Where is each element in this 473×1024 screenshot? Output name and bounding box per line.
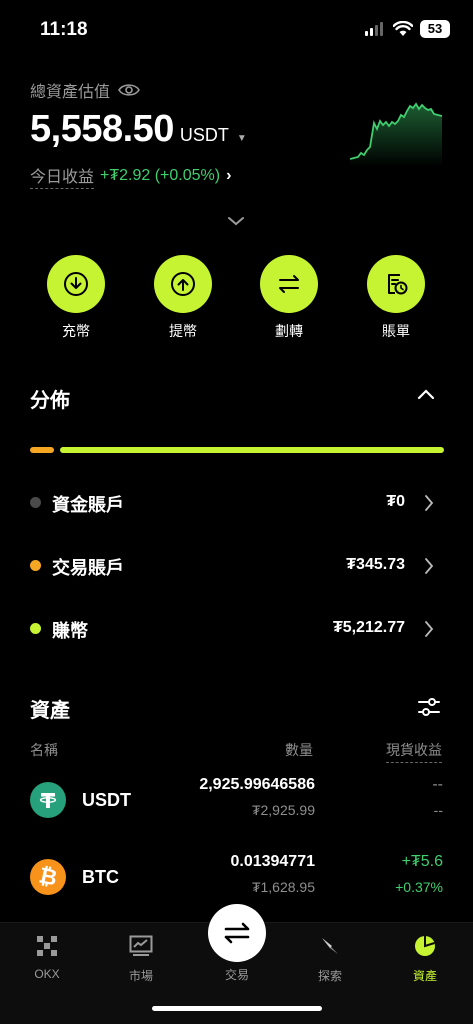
assets-title: 資產: [30, 700, 70, 722]
tab-label: 探索: [317, 969, 342, 983]
transfer-button[interactable]: 劃轉: [257, 255, 321, 341]
today-pnl[interactable]: 今日收益 +₮2.92 (+0.05%) ›: [30, 163, 231, 189]
deposit-button[interactable]: 充幣: [44, 255, 108, 341]
funding-dot: [30, 497, 41, 508]
asset-symbol: BTC: [82, 867, 119, 887]
tab-explore[interactable]: 探索: [295, 933, 365, 984]
expand-chevron-icon[interactable]: [226, 214, 246, 228]
chevron-right-icon: ›: [226, 167, 232, 184]
bill-icon: [388, 274, 408, 295]
home-indicator[interactable]: [152, 1006, 322, 1011]
tab-trade-label: 交易: [224, 968, 249, 982]
asset-pnl-percent: +0.37%: [395, 879, 443, 895]
account-row-funding[interactable]: 資金賬戶 ₮0: [0, 483, 473, 523]
today-pnl-label: 今日收益: [30, 163, 95, 189]
column-header-quantity[interactable]: 數量: [285, 740, 313, 760]
deposit-label: 充幣: [62, 323, 90, 339]
tab-trade-button[interactable]: [208, 904, 266, 962]
tab-label: OKX: [34, 967, 60, 981]
pie-chart-icon: [415, 936, 435, 956]
withdraw-icon: [171, 272, 195, 296]
account-amount: ₮5,212.77: [332, 619, 405, 636]
collapse-chevron-icon[interactable]: [416, 387, 436, 401]
transfer-icon: [279, 275, 299, 293]
tab-market[interactable]: 市場: [106, 933, 176, 984]
distribution-bar-earn: [60, 447, 444, 453]
balance-amount: 5,558.50: [30, 108, 174, 150]
account-row-earn[interactable]: 賺幣 ₮5,212.77: [0, 609, 473, 649]
quick-actions: 充幣 提幣 劃轉 賬單: [0, 255, 473, 345]
asset-row-usdt[interactable]: USDT 2,925.99646586 ₮2,925.99 -- --: [0, 770, 473, 830]
bitcoin-icon: ₿: [30, 859, 66, 895]
account-amount: ₮345.73: [346, 556, 405, 573]
withdraw-button[interactable]: 提幣: [151, 255, 215, 341]
balance-sparkline: [350, 102, 442, 167]
chevron-right-icon: [425, 558, 434, 574]
account-name: 資金賬戶: [52, 495, 124, 515]
cellular-signal-icon: [365, 22, 383, 36]
swap-arrows-icon: [224, 922, 250, 944]
asset-symbol: USDT: [82, 790, 131, 810]
eye-icon[interactable]: [118, 83, 140, 97]
wifi-icon: [393, 21, 413, 36]
okx-logo-icon: [37, 936, 57, 956]
tether-icon: [30, 782, 66, 818]
asset-row-btc[interactable]: ₿ BTC 0.01394771 ₮1,628.95 +₮5.6 +0.37%: [0, 847, 473, 907]
tab-label: 市場: [128, 969, 153, 983]
column-header-name: 名稱: [30, 742, 58, 758]
asset-pnl: --: [432, 776, 443, 793]
distribution-bar-trading: [30, 447, 54, 453]
compass-icon: [322, 938, 338, 954]
status-time: 11:18: [40, 19, 88, 40]
account-amount: ₮0: [386, 493, 405, 510]
chevron-right-icon: [425, 495, 434, 511]
asset-pnl: +₮5.6: [401, 853, 443, 870]
account-name: 交易賬戶: [52, 558, 124, 578]
transfer-label: 劃轉: [275, 323, 303, 339]
column-header-spot-pnl[interactable]: 現貨收益: [386, 740, 442, 763]
bill-button[interactable]: 賬單: [364, 255, 428, 341]
tab-okx[interactable]: OKX: [12, 933, 82, 981]
filter-settings-icon[interactable]: [417, 695, 441, 719]
earn-dot: [30, 623, 41, 634]
total-assets-label: 總資產估值: [30, 78, 140, 102]
trading-dot: [30, 560, 41, 571]
market-chart-icon: [129, 935, 153, 956]
chevron-right-icon: [425, 621, 434, 637]
withdraw-label: 提幣: [169, 323, 197, 339]
status-bar: 11:18 53: [0, 0, 473, 60]
tab-assets[interactable]: 資產: [390, 933, 460, 984]
distribution-title: 分佈: [30, 390, 70, 412]
deposit-icon: [64, 272, 88, 296]
account-row-trading[interactable]: 交易賬戶 ₮345.73: [0, 546, 473, 586]
asset-fiat-value: ₮1,628.95: [251, 879, 315, 895]
today-pnl-value: +₮2.92 (+0.05%): [100, 167, 221, 184]
total-balance: 5,558.50 USDT ▼: [30, 108, 247, 151]
bill-label: 賬單: [382, 323, 410, 339]
asset-fiat-value: ₮2,925.99: [251, 802, 315, 818]
asset-quantity: 2,925.99646586: [199, 776, 315, 793]
caret-down-icon[interactable]: ▼: [237, 133, 247, 144]
currency-selector[interactable]: USDT: [180, 125, 229, 146]
account-name: 賺幣: [52, 621, 88, 641]
asset-pnl-percent: --: [433, 802, 443, 818]
asset-quantity: 0.01394771: [230, 853, 315, 870]
battery-indicator: 53: [420, 20, 450, 38]
tab-label: 資產: [412, 969, 437, 983]
